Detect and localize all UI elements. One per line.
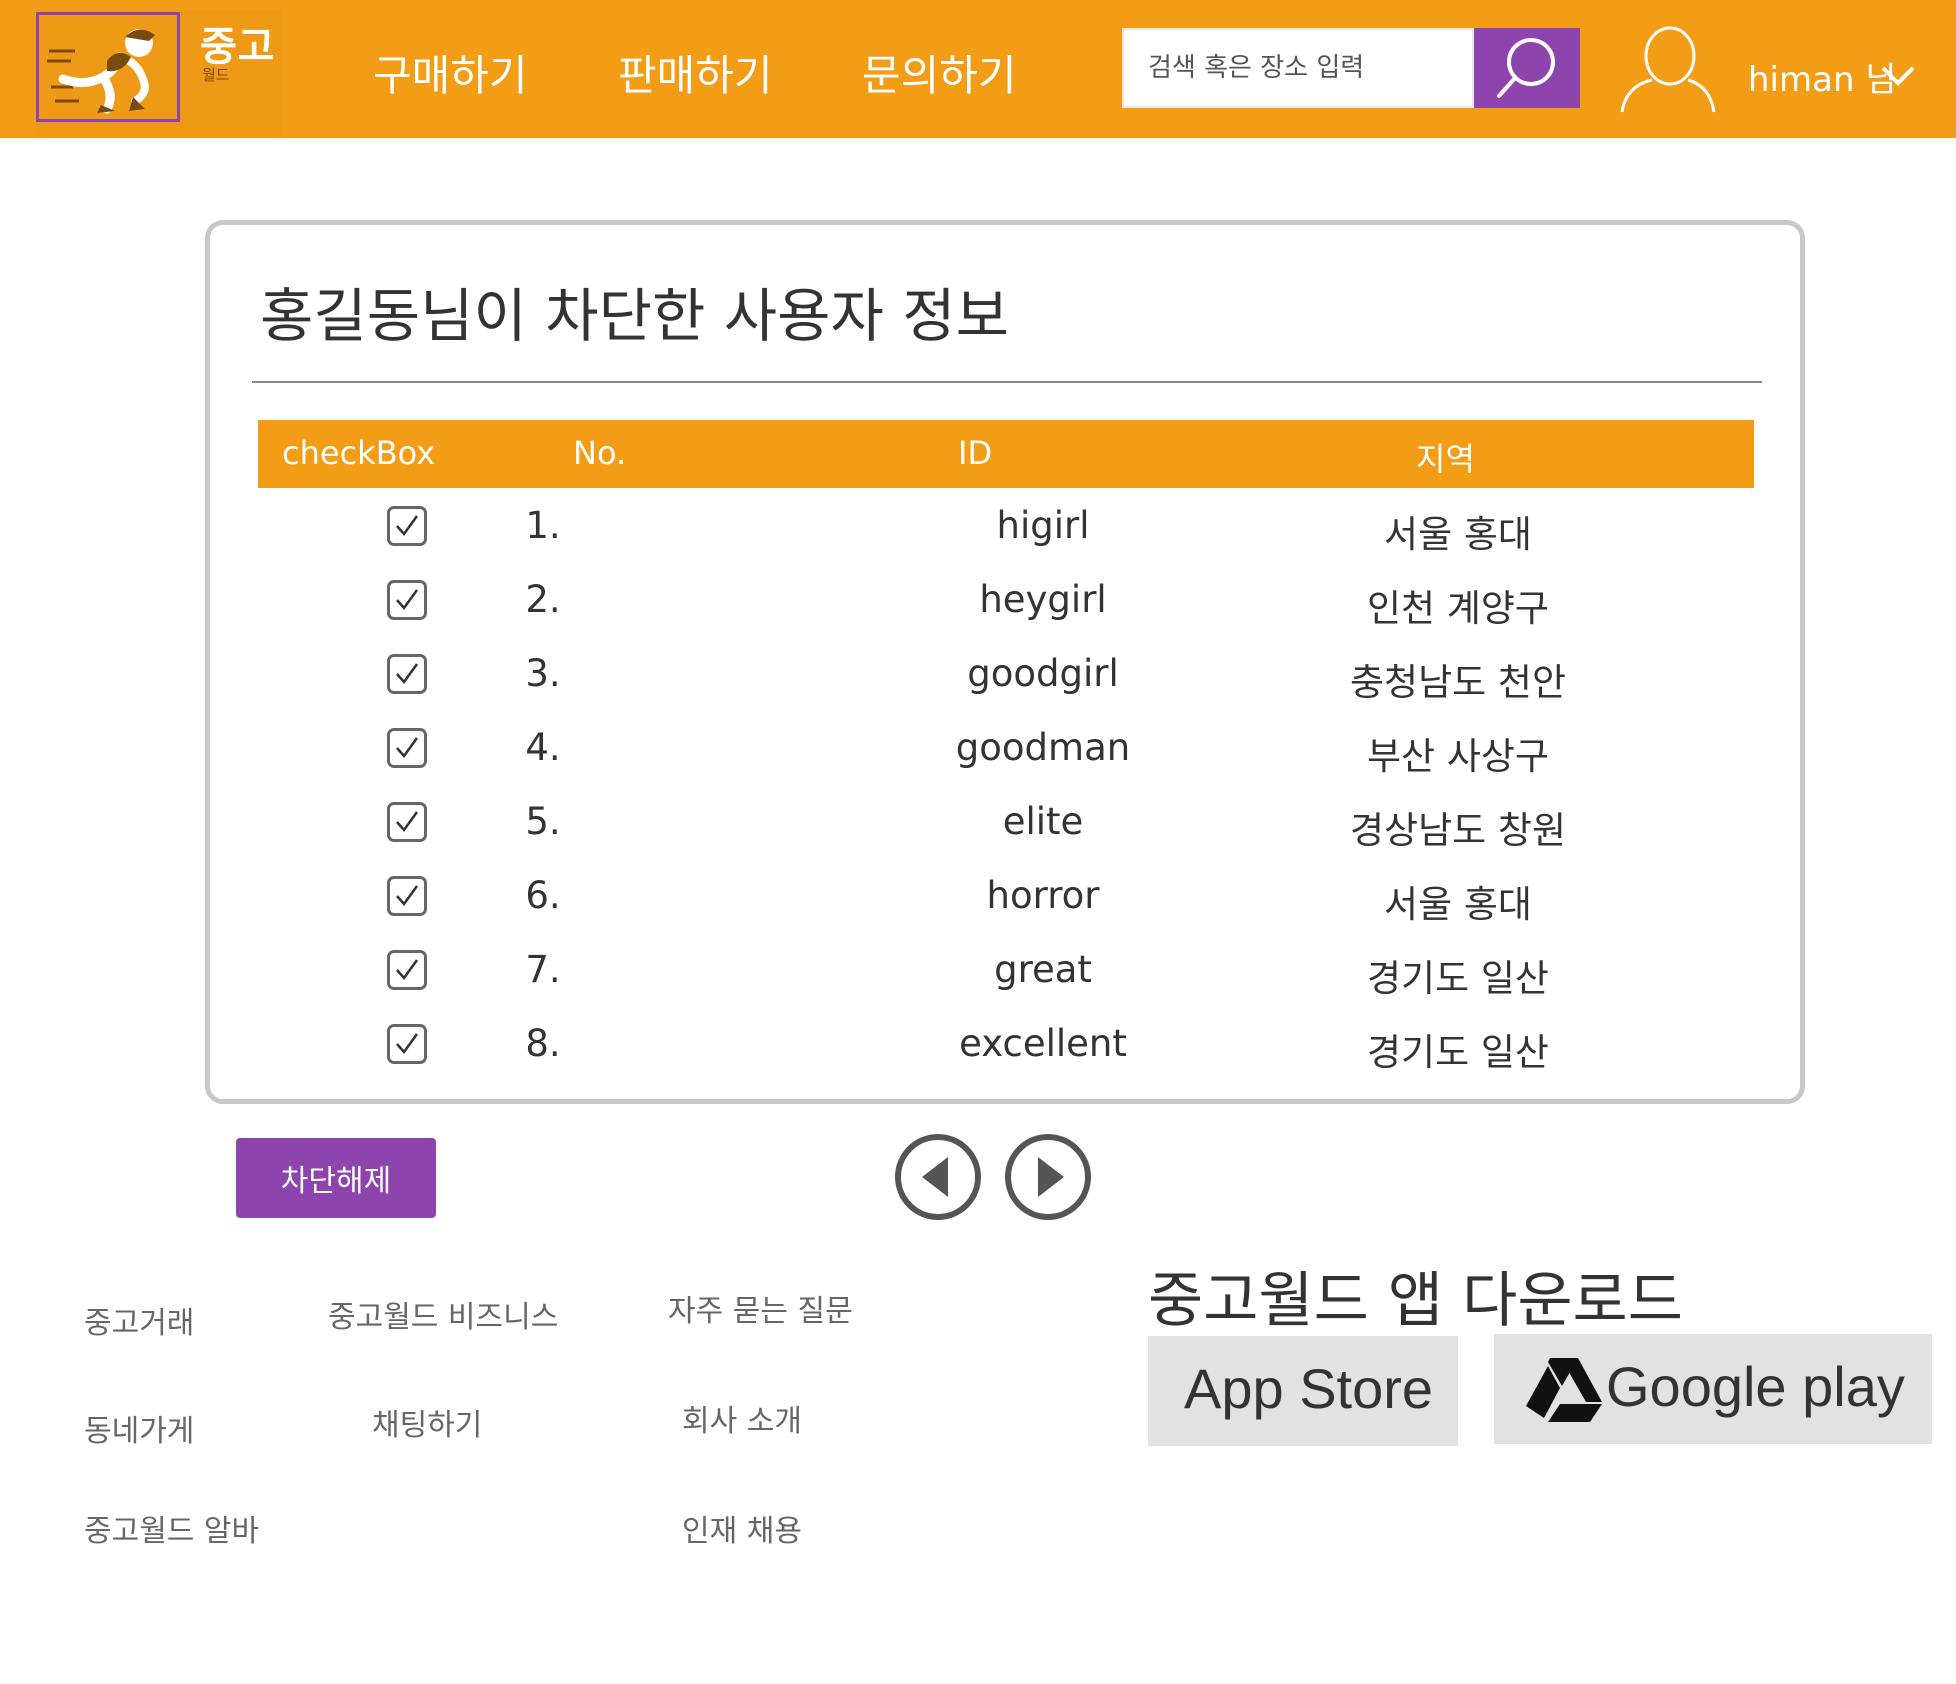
checkmark-icon [396,885,419,907]
row-checkbox[interactable] [387,950,427,990]
checkmark-icon [396,737,419,759]
google-play-button[interactable]: Google play [1494,1334,1932,1444]
search-icon [1497,38,1555,98]
row-number: 7. [525,948,561,991]
page-title: 홍길동님이 차단한 사용자 정보 [260,282,1009,350]
checkmark-icon [396,811,419,833]
col-header-no: No. [573,434,627,472]
row-checkbox[interactable] [387,728,427,768]
table-row: 5. elite 경상남도 창원 [258,786,1754,860]
row-number: 3. [525,652,561,695]
app-download-title: 중고월드 앱 다운로드 [1148,1266,1683,1336]
row-user-id: goodgirl [967,652,1119,695]
google-play-label: Google play [1606,1355,1905,1418]
user-name[interactable]: himan 님 [1748,52,1897,101]
blocked-users-panel: 홍길동님이 차단한 사용자 정보 checkBox No. ID 지역 1. h… [205,220,1805,1104]
row-region: 경상남도 창원 [1349,809,1566,852]
checkmark-icon [396,1033,419,1055]
nav-buy[interactable]: 구매하기 [373,42,528,103]
col-header-id: ID [958,434,993,472]
col-header-checkbox: checkBox [282,434,436,472]
table-row: 3. goodgirl 충청남도 천안 [258,638,1754,712]
table-row: 1. higirl 서울 홍대 [258,490,1754,564]
logo-subtext: 월드 [202,66,230,84]
row-user-id: higirl [996,504,1090,547]
search-button[interactable] [1474,28,1580,108]
row-user-id: heygirl [979,578,1107,621]
logo[interactable]: 중고 월드 [36,10,282,136]
row-checkbox[interactable] [387,654,427,694]
footer-link-about[interactable]: 회사 소개 [682,1396,802,1440]
checkmark-icon [396,959,419,981]
row-region: 부산 사상구 [1367,735,1549,778]
running-mascot-icon [47,29,155,114]
logo-mascot [36,12,180,122]
table-row: 8. excellent 경기도 일산 [258,1008,1754,1082]
row-checkbox[interactable] [387,876,427,916]
row-user-id: great [994,948,1092,991]
row-user-id: horror [986,874,1100,917]
prev-page-icon[interactable] [894,1133,982,1221]
table-row: 4. goodman 부산 사상구 [258,712,1754,786]
checkmark-icon [396,589,419,611]
row-user-id: excellent [959,1022,1127,1065]
row-region: 서울 홍대 [1384,513,1532,556]
row-user-id: elite [1002,800,1084,843]
row-checkbox[interactable] [387,580,427,620]
nav-inquiry[interactable]: 문의하기 [862,42,1017,103]
row-region: 경기도 일산 [1367,957,1549,1000]
unblock-button[interactable]: 차단해제 [236,1138,436,1218]
row-number: 5. [525,800,561,843]
nav-sell[interactable]: 판매하기 [618,42,773,103]
row-number: 6. [525,874,561,917]
row-checkbox[interactable] [387,802,427,842]
row-region: 인천 계양구 [1367,587,1549,630]
footer-link-chat[interactable]: 채팅하기 [372,1400,482,1444]
next-page-icon[interactable] [1004,1133,1092,1221]
app-store-label: App Store [1184,1357,1434,1420]
chevron-down-icon[interactable] [1880,64,1916,88]
row-checkbox[interactable] [387,506,427,546]
col-header-region: 지역 [1416,440,1475,478]
row-number: 8. [525,1022,561,1065]
checkmark-icon [396,515,419,537]
row-number: 2. [525,578,561,621]
row-number: 1. [525,504,561,547]
row-region: 충청남도 천안 [1349,661,1566,704]
footer-link-parttime[interactable]: 중고월드 알바 [84,1506,259,1550]
google-drive-icon [1526,1358,1602,1422]
table-row: 6. horror 서울 홍대 [258,860,1754,934]
row-number: 4. [525,726,561,769]
row-region: 서울 홍대 [1384,883,1532,926]
footer-link-business[interactable]: 중고월드 비즈니스 [328,1292,558,1336]
user-icon[interactable] [1618,20,1718,116]
footer-link-careers[interactable]: 인재 채용 [682,1506,802,1550]
app-store-button[interactable]: App Store [1148,1336,1458,1446]
checkmark-icon [396,663,419,685]
footer-link-faq[interactable]: 자주 묻는 질문 [668,1286,853,1330]
table-row: 7. great 경기도 일산 [258,934,1754,1008]
top-header: 중고 월드 구매하기 판매하기 문의하기 himan 님 [0,0,1956,138]
table-header: checkBox No. ID 지역 [258,420,1754,488]
footer-link-local-store[interactable]: 동네가게 [84,1406,194,1450]
row-checkbox[interactable] [387,1024,427,1064]
title-divider [252,381,1762,383]
row-region: 경기도 일산 [1367,1031,1549,1074]
row-user-id: goodman [955,726,1131,769]
footer-link-used-trade[interactable]: 중고거래 [84,1298,194,1342]
search-input[interactable] [1122,28,1474,108]
table-row: 2. heygirl 인천 계양구 [258,564,1754,638]
